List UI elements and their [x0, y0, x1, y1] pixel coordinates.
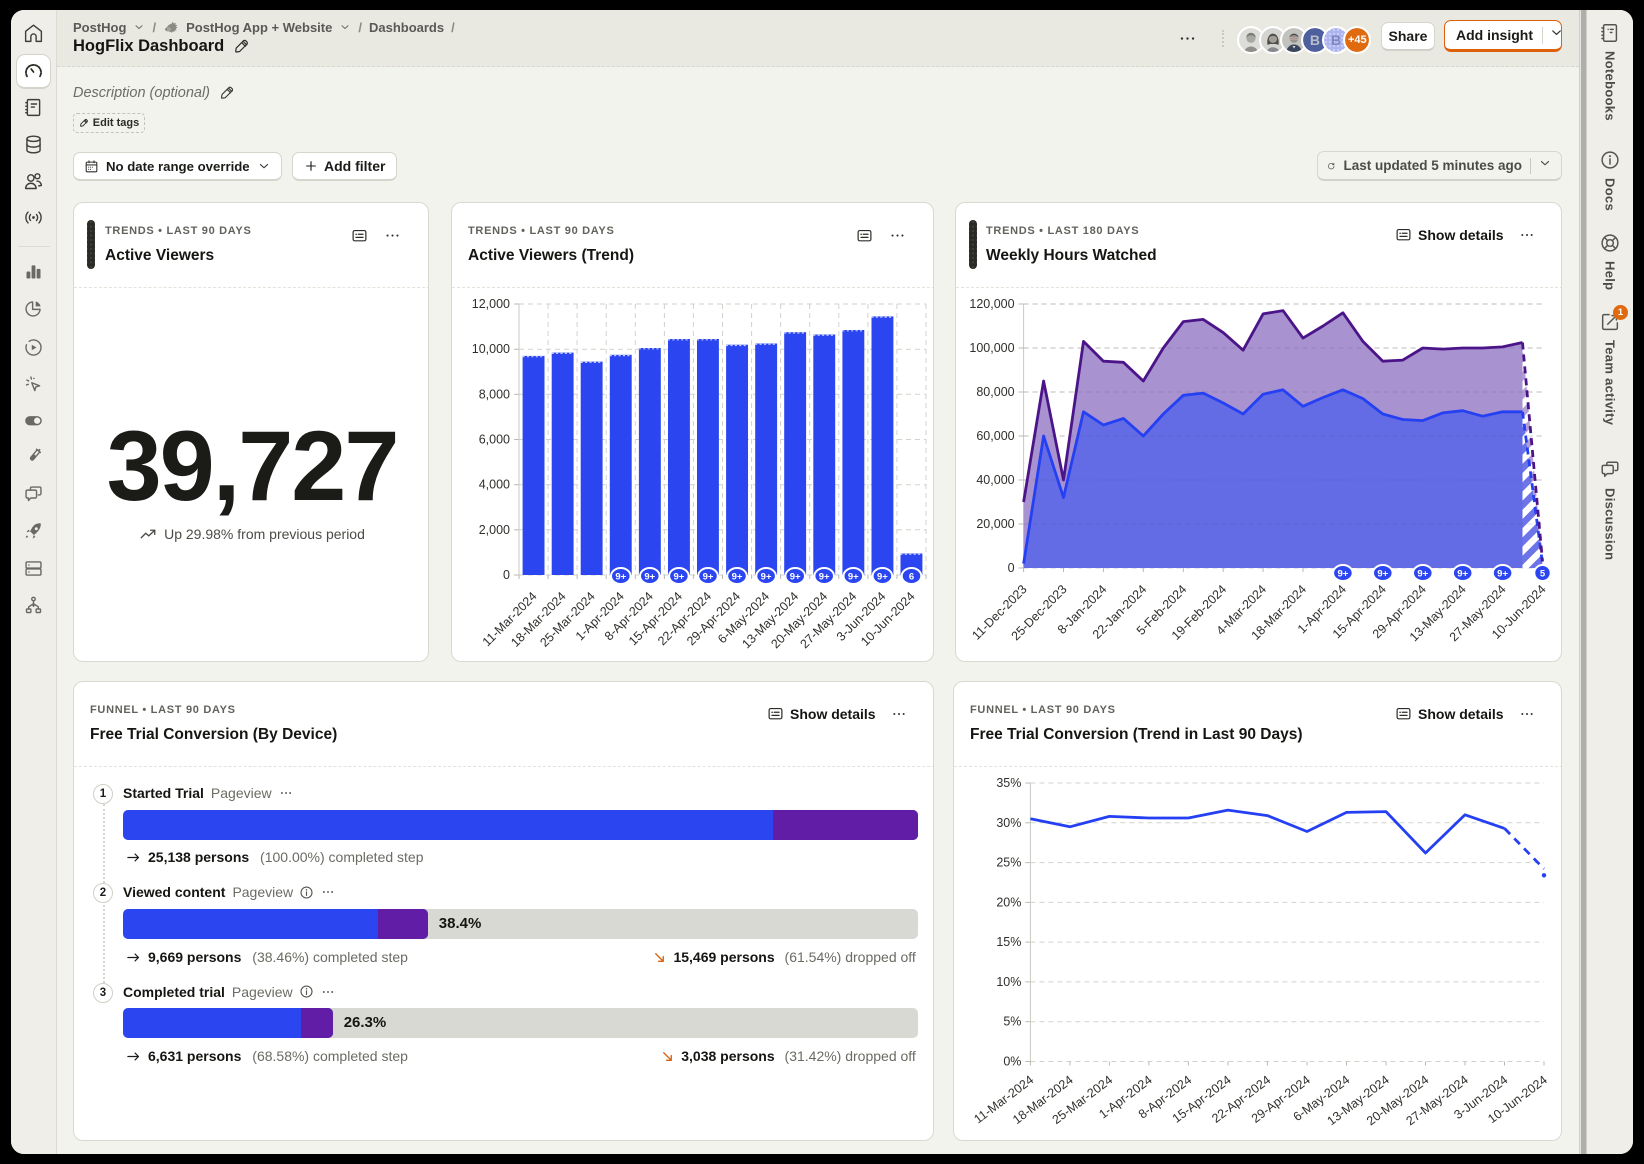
svg-text:9+: 9+	[761, 571, 772, 582]
svg-text:15%: 15%	[996, 935, 1021, 949]
svg-text:9+: 9+	[732, 571, 743, 582]
svg-text:9+: 9+	[1497, 568, 1508, 579]
svg-text:80,000: 80,000	[976, 385, 1014, 399]
svg-text:12,000: 12,000	[472, 297, 510, 311]
svg-text:20%: 20%	[996, 895, 1021, 909]
svg-text:9+: 9+	[703, 571, 714, 582]
svg-text:8,000: 8,000	[479, 387, 510, 401]
svg-text:9+: 9+	[1337, 568, 1348, 579]
svg-text:100,000: 100,000	[969, 341, 1014, 355]
svg-text:4,000: 4,000	[479, 478, 510, 492]
svg-text:6,000: 6,000	[479, 433, 510, 447]
svg-text:5: 5	[1540, 568, 1546, 579]
svg-text:0%: 0%	[1003, 1055, 1021, 1069]
svg-text:5%: 5%	[1003, 1015, 1021, 1029]
svg-text:9+: 9+	[644, 571, 655, 582]
svg-text:9+: 9+	[819, 571, 830, 582]
svg-text:30%: 30%	[996, 816, 1021, 830]
svg-text:9+: 9+	[1417, 568, 1428, 579]
svg-text:60,000: 60,000	[976, 429, 1014, 443]
svg-text:10%: 10%	[996, 975, 1021, 989]
svg-text:9+: 9+	[673, 571, 684, 582]
svg-text:9+: 9+	[1377, 568, 1388, 579]
svg-text:0: 0	[1008, 561, 1015, 575]
svg-text:0: 0	[503, 568, 510, 582]
svg-text:120,000: 120,000	[969, 297, 1014, 311]
svg-text:9+: 9+	[877, 571, 888, 582]
svg-text:2,000: 2,000	[479, 523, 510, 537]
svg-text:6: 6	[909, 571, 914, 582]
svg-text:9+: 9+	[1457, 568, 1468, 579]
svg-text:9+: 9+	[790, 571, 801, 582]
svg-text:20,000: 20,000	[976, 517, 1014, 531]
svg-text:25%: 25%	[996, 856, 1021, 870]
svg-text:9+: 9+	[848, 571, 859, 582]
svg-text:40,000: 40,000	[976, 473, 1014, 487]
svg-text:10,000: 10,000	[472, 342, 510, 356]
svg-text:35%: 35%	[996, 776, 1021, 790]
svg-text:9+: 9+	[615, 571, 626, 582]
